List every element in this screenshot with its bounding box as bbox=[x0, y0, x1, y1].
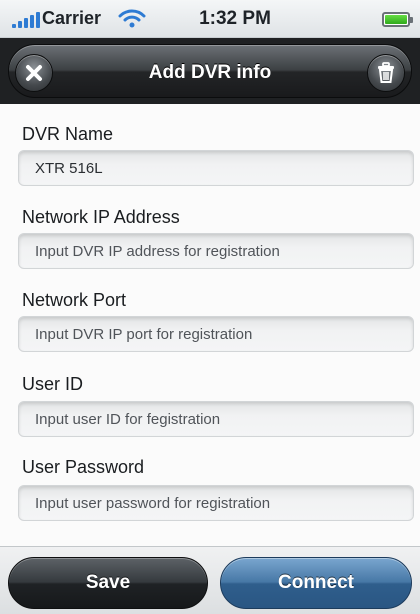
nav-title-bar: Add DVR info bbox=[8, 44, 412, 98]
trash-icon bbox=[378, 62, 394, 83]
close-icon bbox=[26, 65, 42, 81]
close-button[interactable] bbox=[15, 54, 53, 92]
dvr-form: DVR Name Network IP Address Network Port… bbox=[0, 104, 420, 546]
connect-button[interactable]: Connect bbox=[220, 557, 412, 609]
ip-address-field[interactable] bbox=[18, 233, 414, 269]
status-time: 1:32 PM bbox=[199, 8, 271, 29]
user-id-label: User ID bbox=[22, 374, 84, 394]
ip-address-label: Network IP Address bbox=[22, 207, 180, 227]
save-button[interactable]: Save bbox=[8, 557, 208, 609]
page-title: Add DVR info bbox=[148, 62, 272, 83]
nav-bar: Add DVR info bbox=[0, 38, 420, 104]
user-password-label: User Password bbox=[22, 457, 145, 477]
user-id-field[interactable] bbox=[18, 401, 414, 437]
dvr-name-label: DVR Name bbox=[22, 124, 114, 144]
carrier-name: Carrier bbox=[42, 8, 102, 28]
bottom-toolbar: Save Connect bbox=[0, 546, 420, 614]
network-port-field[interactable] bbox=[18, 316, 414, 352]
dvr-name-field[interactable] bbox=[18, 150, 414, 186]
battery-icon bbox=[382, 12, 413, 27]
user-password-field[interactable] bbox=[18, 485, 414, 521]
status-bar: Carrier 1:32 PM bbox=[0, 0, 420, 38]
network-port-label: Network Port bbox=[22, 290, 127, 310]
wifi-icon bbox=[118, 9, 146, 28]
signal-bars-icon bbox=[12, 12, 42, 28]
delete-button[interactable] bbox=[367, 54, 405, 92]
